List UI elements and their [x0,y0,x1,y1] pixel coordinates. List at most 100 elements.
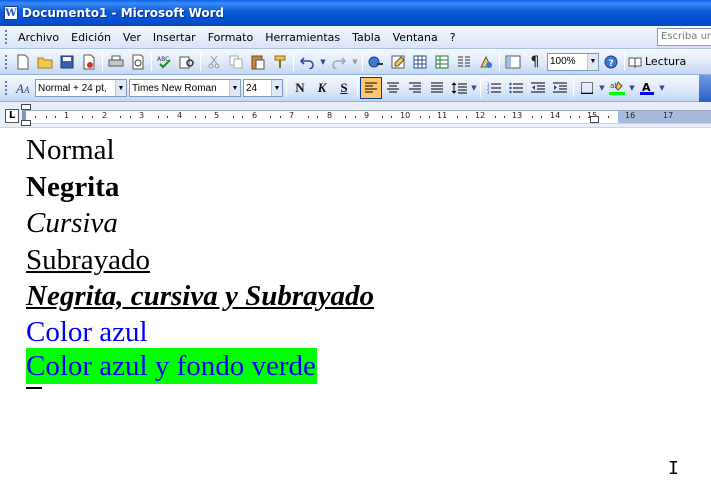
menu-herramientas[interactable]: Herramientas [259,31,346,44]
align-right-button[interactable] [404,77,426,99]
ruler-tick [429,116,430,118]
chevron-down-icon[interactable]: ▼ [115,80,126,96]
align-center-button[interactable] [382,77,404,99]
new-document-icon[interactable] [12,51,34,73]
text-normal[interactable]: Normal [26,132,115,168]
word-app-icon[interactable]: W [4,6,18,20]
save-icon[interactable] [56,51,78,73]
borders-icon[interactable] [576,77,598,99]
chevron-down-icon[interactable]: ▼ [271,80,282,96]
cut-icon[interactable] [203,51,225,73]
increase-indent-icon[interactable] [549,77,571,99]
menu-help[interactable]: ? [444,31,462,44]
ruler-number: 8 [327,111,333,120]
undo-dropdown-icon[interactable]: ▼ [318,51,328,73]
font-color-icon[interactable]: A [636,77,658,99]
menu-formato[interactable]: Formato [202,31,260,44]
menu-ver[interactable]: Ver [117,31,147,44]
styles-formatting-icon[interactable]: AA [12,77,34,99]
menu-archivo[interactable]: Archivo [12,31,65,44]
open-folder-icon[interactable] [34,51,56,73]
document-map-icon[interactable] [502,51,524,73]
menu-tabla[interactable]: Tabla [346,31,386,44]
reading-layout-label[interactable]: Lectura [643,55,686,68]
text-blue[interactable]: Color azul [26,314,148,350]
italic-button[interactable]: K [311,77,333,99]
decrease-indent-icon[interactable] [527,77,549,99]
title-bar: W Documento1 - Microsoft Word [0,0,711,26]
ruler-number: 3 [139,111,145,120]
print-preview-icon[interactable] [127,51,149,73]
document-page[interactable]: Normal Negrita Cursiva Subrayado Negrita… [0,128,711,500]
insert-table-icon[interactable] [409,51,431,73]
chevron-down-icon[interactable]: ▼ [587,53,598,70]
menu-edicion[interactable]: Edición [65,31,117,44]
text-blue-green-background[interactable]: Color azul y fondo verde [26,348,317,384]
toolbar-separator [357,79,358,97]
zoom-select[interactable]: 100% ▼ [547,52,599,71]
copy-icon[interactable] [225,51,247,73]
text-underline[interactable]: Subrayado [26,242,150,278]
reading-layout-icon[interactable] [627,51,643,73]
menu-ventana[interactable]: Ventana [387,31,444,44]
line-spacing-icon[interactable] [448,77,470,99]
ruler-tick [280,116,281,118]
ruler-tick [570,116,571,118]
toolbar-grip-handle[interactable] [4,80,8,96]
bold-label: N [295,80,305,95]
chevron-down-icon[interactable]: ▼ [229,80,240,96]
help-question-input[interactable]: Escriba una pregunta [657,28,711,46]
ruler-tick [317,116,318,118]
show-hide-paragraph-icon[interactable]: ¶ [524,51,546,73]
justify-button[interactable] [426,77,448,99]
text-bold[interactable]: Negrita [26,169,119,205]
help-icon[interactable]: ? [600,51,622,73]
align-left-button[interactable] [360,77,382,99]
research-icon[interactable] [176,51,198,73]
tables-borders-icon[interactable] [387,51,409,73]
bullets-icon[interactable] [505,77,527,99]
drawing-icon[interactable] [475,51,497,73]
redo-icon[interactable] [328,51,350,73]
menu-grip-handle[interactable] [4,29,8,45]
font-select[interactable]: Times New Roman ▼ [129,79,241,97]
toolbar-options-chevron-icon[interactable] [699,75,711,102]
redo-dropdown-icon[interactable]: ▼ [350,51,360,73]
format-painter-icon[interactable] [269,51,291,73]
line-spacing-dropdown-icon[interactable]: ▼ [470,77,478,99]
tab-selector-icon[interactable]: L [5,109,19,123]
columns-icon[interactable] [453,51,475,73]
ruler-number: 1 [64,111,70,120]
undo-icon[interactable] [296,51,318,73]
toolbar-separator [573,79,574,97]
permission-icon[interactable] [78,51,100,73]
right-indent-marker[interactable] [590,116,599,123]
spelling-icon[interactable]: ABC [154,51,176,73]
numbering-icon[interactable]: 123 [483,77,505,99]
insert-excel-icon[interactable] [431,51,453,73]
font-value: Times New Roman [132,82,217,94]
ruler-tick [130,116,131,118]
underline-button[interactable]: S [333,77,355,99]
ruler-tick [457,116,458,118]
highlight-dropdown-icon[interactable]: ▼ [628,77,636,99]
bold-button[interactable]: N [289,77,311,99]
font-size-value: 24 [246,82,258,94]
hyperlink-icon[interactable] [365,51,387,73]
text-italic[interactable]: Cursiva [26,205,118,241]
print-icon[interactable] [105,51,127,73]
text-bold-italic-underline[interactable]: Negrita, cursiva y Subrayado [26,278,374,314]
font-color-dropdown-icon[interactable]: ▼ [658,77,666,99]
highlight-icon[interactable]: ab [606,77,628,99]
toolbar-grip-handle[interactable] [4,53,8,70]
borders-dropdown-icon[interactable]: ▼ [598,77,606,99]
horizontal-ruler[interactable]: 1 2 3 4 5 6 7 8 9 10 11 12 13 14 15 16 1… [22,110,711,124]
first-line-indent-marker[interactable] [21,104,31,110]
ruler-tick [35,116,36,118]
font-size-select[interactable]: 24 ▼ [243,79,283,97]
paste-icon[interactable] [247,51,269,73]
style-select[interactable]: Normal + 24 pt, ▼ [35,79,127,97]
ruler-tick [355,116,356,118]
menu-insertar[interactable]: Insertar [147,31,202,44]
left-indent-marker[interactable] [21,120,31,126]
